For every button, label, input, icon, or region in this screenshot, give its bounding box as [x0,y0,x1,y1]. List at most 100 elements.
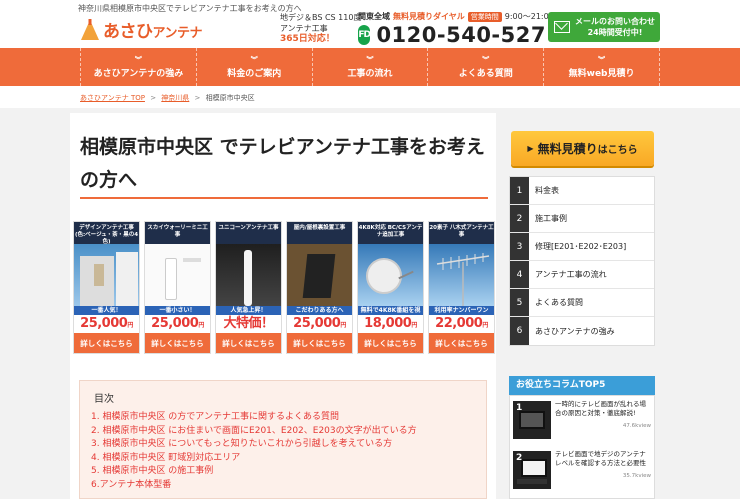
column-item[interactable]: 2 テレビ画面で地デジのアンテナレベルを確認する方法と必要性 35.7kview [513,448,653,498]
sidebar-item-number: 5 [510,289,529,316]
column-views: 35.7kview [622,473,651,479]
column-views: 47.6kview [622,423,651,429]
nav-label: 工事の流れ [347,68,393,79]
sidebar-item-label: よくある質問 [535,298,583,307]
sidebar-item-number: 1 [510,177,529,204]
product-name: 20素子 八木式アンテナ工事 [429,222,494,244]
breadcrumb-sep: > [194,94,201,102]
column-rank: 2 [516,453,523,463]
column-ranking-list: 1 一時的にテレビ画面が乱れる場合の原因と対策・徹底解説! 47.6kview … [509,395,655,499]
nav-label: あさひアンテナの強み [93,68,184,79]
product-name: ユニコーンアンテナ工事 [216,222,281,244]
product-price: 25,000円 [293,316,346,331]
breadcrumb-pref[interactable]: 神奈川県 [161,94,189,102]
sidebar-item-repair[interactable]: 3 修理[E201･E202･E203] [510,233,654,261]
product-detail-button[interactable]: 詳しくはこちら [287,333,352,353]
product-badge: 無料で4K8K番組を視聴可能 [358,306,423,323]
product-detail-button[interactable]: 詳しくはこちら [358,333,423,353]
product-image [74,244,139,306]
sidebar-item-cases[interactable]: 2 施工事例 [510,205,654,233]
product-card-skywally[interactable]: スカイウォーリーミニ工事 一番小さい！ 25,000円 (本体込・税別) 詳しく… [144,221,211,354]
column-item[interactable]: 1 一時的にテレビ画面が乱れる場合の原因と対策・徹底解説! 47.6kview [513,398,653,448]
sidebar-item-number: 2 [510,205,529,232]
phone-area: 関東全域 [358,12,390,21]
breadcrumb-current: 相模原市中央区 [205,94,255,102]
toc-link[interactable]: 4. 相模原市中央区 町域別対応エリア [91,452,417,466]
product-card-indoor[interactable]: 屋内/屋根裏設置工事 こだわりある方へ 25,000円 (本体込・税別) 詳しく… [286,221,353,354]
cta-main: 無料見積り [537,142,598,156]
product-price: 大特価！ [223,316,274,331]
mail-line1: メールのお問い合わせ [575,17,655,26]
toc-link[interactable]: 5. 相模原市中央区 の施工事例 [91,465,417,479]
product-name: 屋内/屋根裏設置工事 [287,222,352,244]
toc-list: 1. 相模原市中央区 の方でアンテナ工事に関するよくある質問 2. 相模原市中央… [91,411,417,493]
sidebar-item-label: あさひアンテナの強み [535,326,615,336]
toc-link[interactable]: 1. 相模原市中央区 の方でアンテナ工事に関するよくある質問 [91,411,417,425]
nav-label: よくある質問 [458,68,513,79]
play-arrow-icon: ▶ [527,144,534,153]
product-badge: 一番小さい！ [145,306,210,315]
free-estimate-button[interactable]: ▶ 無料見積り はこちら [511,131,654,166]
product-list: デザインアンテナ工事 (色:ベージュ・茶・黒の4色) 一番人気！ 25,000円… [73,221,495,354]
sidebar-item-label: 修理[E201･E202･E203] [535,242,627,251]
toc-title: 目次 [94,394,114,405]
product-card-design[interactable]: デザインアンテナ工事 (色:ベージュ・茶・黒の4色) 一番人気！ 25,000円… [73,221,140,354]
header-topline: 神奈川県相模原市中央区でテレビアンテナ工事をお考えの方へ [78,4,302,13]
nav-item-estimate[interactable]: ︾ 無料web見積り [544,48,660,86]
sidebar-item-number: 6 [510,317,529,345]
product-detail-button[interactable]: 詳しくはこちら [216,333,281,353]
phone-hours: 9:00～21:00 [504,12,554,21]
product-badge: 利用率ナンバーワン [429,306,494,315]
sidebar-item-strengths[interactable]: 6 あさひアンテナの強み [510,317,654,345]
sidebar-item-label: 施工事例 [535,214,567,223]
product-card-bscs[interactable]: 4K8K対応 BC/CSアンテナ追加工事 無料で4K8K番組を視聴可能 18,0… [357,221,424,354]
product-badge: 人気急上昇！ [216,306,281,315]
freedial-icon: FD [358,25,371,45]
logo-mountain-icon [81,18,99,40]
table-of-contents: 目次 1. 相模原市中央区 の方でアンテナ工事に関するよくある質問 2. 相模原… [79,380,487,499]
product-price: 18,000円 [364,316,417,331]
product-detail-button[interactable]: 詳しくはこちら [145,333,210,353]
page-title: 相模原市中央区 でテレビアンテナ工事をお考えの方へ [80,136,485,191]
sidebar-item-pricing[interactable]: 1 料金表 [510,177,654,205]
toc-link[interactable]: 6.アンテナ本体型番 [91,479,417,493]
nav-item-strengths[interactable]: ︾ あさひアンテナの強み [80,48,197,86]
mail-icon [554,21,570,33]
mail-contact-button[interactable]: メールのお問い合わせ 24時間受付中! [548,12,660,42]
product-detail-button[interactable]: 詳しくはこちら [74,333,139,353]
product-detail-button[interactable]: 詳しくはこちら [429,333,494,353]
logo-text: あさひアンテナ [103,22,202,42]
sidebar-item-flow[interactable]: 4 アンテナ工事の流れ [510,261,654,289]
product-price: 25,000円 [151,316,204,331]
phone-contact[interactable]: 関東全域 無料見積りダイヤル 営業時間 9:00～21:00 FD 0120-5… [358,11,554,47]
toc-link[interactable]: 3. 相模原市中央区 についてもっと知りたいこれから引越しを考えている方 [91,438,417,452]
column-ranking-title: お役立ちコラムTOP5 [509,376,655,395]
product-name: スカイウォーリーミニ工事 [145,222,210,244]
column-title: テレビ画面で地デジのアンテナレベルを確認する方法と必要性 [555,450,646,467]
product-card-unicorn[interactable]: ユニコーンアンテナ工事 人気急上昇！ 大特価！ 詳しくはこちら [215,221,282,354]
phone-number[interactable]: 0120-540-527 [376,23,546,47]
site-logo[interactable]: あさひアンテナ [80,17,202,42]
chevron-down-icon: ︾ [134,55,142,64]
header-tagline: 地デジ＆BS CS 110度 アンテナ工事 365日対応！ [280,13,362,44]
nav-item-flow[interactable]: ︾ 工事の流れ [313,48,429,86]
breadcrumb-home[interactable]: あさひアンテナ TOP [80,94,145,102]
column-title: 一時的にテレビ画面が乱れる場合の原因と対策・徹底解説! [555,400,646,417]
nav-item-faq[interactable]: ︾ よくある質問 [428,48,545,86]
sidebar-item-faq[interactable]: 5 よくある質問 [510,289,654,317]
nav-label: 料金のご案内 [227,68,282,79]
breadcrumb: あさひアンテナ TOP > 神奈川県 > 相模原市中央区 [80,93,255,103]
product-image [287,244,352,306]
product-name: 4K8K対応 BC/CSアンテナ追加工事 [358,222,423,244]
product-card-yagi[interactable]: 20素子 八木式アンテナ工事 利用率ナンバーワン 22,000円 (本体込・税別… [428,221,495,354]
phone-free-label: 無料見積りダイヤル [393,12,465,21]
sidebar-menu: 1 料金表 2 施工事例 3 修理[E201･E202･E203] 4 アンテナ工事の流… [509,176,655,346]
toc-link[interactable]: 2. 相模原市中央区 にお住まいで画面にE201、E202、E203の文字が出て… [91,425,417,439]
breadcrumb-sep: > [150,94,157,102]
chevron-down-icon: ︾ [366,55,374,64]
nav-item-pricing[interactable]: ︾ 料金のご案内 [197,48,313,86]
product-image [145,244,210,306]
product-image [216,244,281,306]
mail-line2: 24時間受付中! [587,28,643,37]
sidebar-item-number: 4 [510,261,529,288]
